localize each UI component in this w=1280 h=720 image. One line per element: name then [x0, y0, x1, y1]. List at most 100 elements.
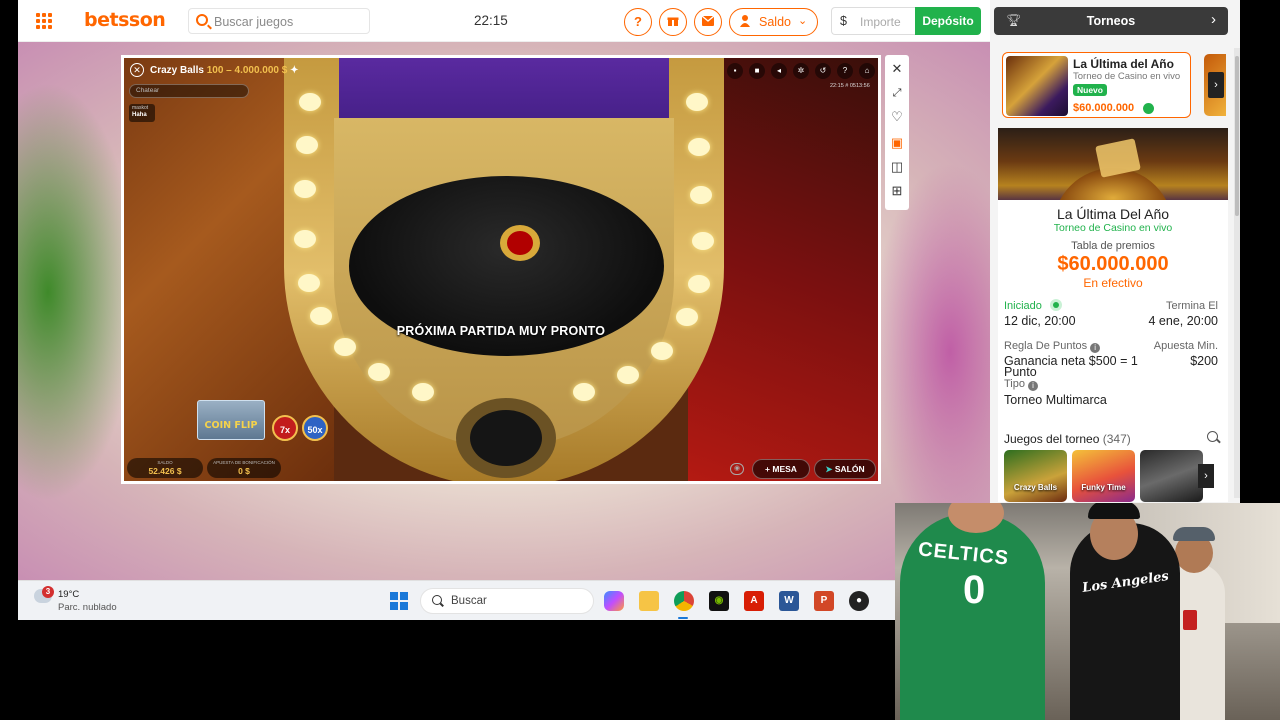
jersey-text: CELTICS: [917, 538, 1011, 570]
light-bulb: [686, 93, 708, 111]
favorite-heart-icon[interactable]: ♡: [889, 109, 905, 125]
prize-amount: $60.000.000: [1057, 253, 1169, 275]
file-explorer-icon[interactable]: [639, 591, 659, 611]
gift-icon: [667, 15, 679, 30]
currency-symbol: $: [840, 14, 847, 28]
tournaments-header-button[interactable]: 🏆︎ Torneos ›: [994, 7, 1228, 35]
game-side-toolbar: ✕ ⤢ ♡ ▣ ◫ ⊞: [885, 55, 909, 210]
messages-button[interactable]: [694, 8, 722, 36]
light-bulb: [310, 307, 332, 325]
type-value: Torneo Multimarca: [1004, 393, 1107, 407]
game-name: Crazy Balls: [150, 65, 204, 76]
jersey-number: 0: [963, 568, 986, 612]
salon-button[interactable]: ➤ SALÓN: [814, 459, 876, 479]
chat-input[interactable]: Chatear: [129, 84, 249, 98]
next-game-banner: PRÓXIMA PARTIDA MUY PRONTO: [396, 324, 606, 338]
single-view-icon[interactable]: ▣: [889, 135, 905, 151]
history-icon[interactable]: ↺: [815, 63, 831, 79]
apps-grid-icon[interactable]: [36, 13, 52, 29]
bonus-bet: APUESTA DE BONIFICACIÓN 0 $: [207, 458, 281, 478]
gift-button[interactable]: [659, 8, 687, 36]
ball-drop-hole: [456, 398, 556, 478]
shirt-text: Los Angeles: [1081, 569, 1170, 596]
tournament-card[interactable]: La Última del Año Torneo de Casino en vi…: [1002, 52, 1191, 118]
search-icon: [196, 14, 208, 26]
tournament-name: La Última Del Año: [1056, 206, 1170, 222]
points-rule-value-cont: Punto: [1004, 365, 1037, 379]
game-thumbnail[interactable]: Crazy Balls: [1004, 450, 1067, 502]
copilot-icon[interactable]: [604, 591, 624, 611]
tournament-thumbnail: [1006, 56, 1068, 116]
help-circle-icon[interactable]: ?: [837, 63, 853, 79]
panel-scrollbar[interactable]: [1234, 48, 1240, 498]
lobby-icon[interactable]: ⌂: [859, 63, 875, 79]
settings-gear-icon[interactable]: ✲: [793, 63, 809, 79]
game-thumbnail[interactable]: [1140, 450, 1203, 502]
min-bet-label: Apuesta Min.: [1153, 340, 1218, 352]
light-bulb: [692, 232, 714, 250]
light-bulb: [294, 180, 316, 198]
game-thumbnail-label: Funky Time: [1081, 483, 1126, 492]
word-icon[interactable]: W: [779, 591, 799, 611]
balance-dropdown[interactable]: Saldo ⌄: [729, 8, 818, 36]
powerpoint-icon[interactable]: P: [814, 591, 834, 611]
game-thumbnail[interactable]: Funky Time: [1072, 450, 1135, 502]
info-icon[interactable]: i: [1090, 343, 1101, 353]
close-game-icon[interactable]: ✕: [130, 63, 144, 77]
light-bulb: [334, 338, 356, 356]
chevron-down-icon: ⌄: [798, 15, 808, 27]
new-badge: Nuevo: [1073, 84, 1107, 96]
windows-start-icon[interactable]: [390, 592, 408, 610]
view-toggle-icon[interactable]: ◉: [730, 463, 744, 475]
deposit-amount-input[interactable]: $ Importe: [831, 7, 915, 35]
tournament-stats: Iniciado Termina El 12 dic, 20:00 4 ene,…: [998, 292, 1228, 502]
game-timestamp: 22:15 # 0513:56: [830, 83, 870, 89]
mesa-button[interactable]: + MESA: [752, 459, 810, 479]
live-status-icon: [1050, 299, 1062, 311]
light-bulb: [573, 383, 595, 401]
tournament-detail: La Última Del Año Torneo de Casino en vi…: [998, 200, 1228, 298]
search-placeholder: Buscar juegos: [214, 15, 294, 29]
game-limits: 100 – 4.000.000 $: [206, 65, 288, 76]
temperature: 19°C: [58, 589, 80, 600]
games-search-icon[interactable]: [1207, 431, 1218, 442]
games-next-icon[interactable]: ›: [1198, 464, 1214, 488]
split-view-icon[interactable]: ◫: [889, 159, 905, 175]
quad-view-icon[interactable]: ⊞: [889, 183, 905, 199]
light-bulb: [688, 138, 710, 156]
balance-label: Saldo: [759, 15, 791, 29]
tournament-card-title: La Última del Año: [1073, 57, 1174, 71]
deposit-button[interactable]: Depósito: [915, 7, 981, 35]
chrome-icon[interactable]: [674, 591, 694, 611]
close-icon[interactable]: ✕: [889, 61, 905, 77]
multiplier-50x: 50x: [302, 415, 328, 441]
live-game-window[interactable]: ✕ Crazy Balls 100 – 4.000.000 $ ✦ Chatea…: [121, 55, 881, 484]
windows-taskbar: 3 19°C Parc. nublado Buscar ◉ A W P ●: [18, 580, 895, 620]
taskbar-search[interactable]: Buscar: [420, 588, 594, 614]
light-bulb: [298, 274, 320, 292]
game-title: Crazy Balls 100 – 4.000.000 $ ✦: [150, 65, 299, 79]
started-label: Iniciado: [1004, 300, 1042, 312]
help-button[interactable]: ?: [624, 8, 652, 36]
info-icon[interactable]: i: [1028, 381, 1038, 391]
light-bulb: [412, 383, 434, 401]
game-search-input[interactable]: Buscar juegos: [188, 8, 370, 34]
chat-toggle-icon[interactable]: ▪: [727, 63, 743, 79]
betsson-logo[interactable]: betsson: [84, 9, 166, 31]
prize-type: En efectivo: [1083, 276, 1143, 290]
nvidia-icon[interactable]: ◉: [709, 591, 729, 611]
search-icon: [432, 595, 442, 605]
pin-icon[interactable]: ✦: [290, 65, 298, 76]
video-icon[interactable]: ■: [749, 63, 765, 79]
obs-icon[interactable]: ●: [849, 591, 869, 611]
tournament-card-subtitle: Torneo de Casino en vivo: [1073, 71, 1181, 82]
points-rule-label: Regla De Puntos i: [1004, 340, 1101, 353]
carousel-next-icon[interactable]: ›: [1208, 72, 1224, 98]
sound-icon[interactable]: ◂: [771, 63, 787, 79]
light-bulb: [296, 136, 318, 154]
light-bulb: [368, 363, 390, 381]
acrobat-icon[interactable]: A: [744, 591, 764, 611]
help-icon: ?: [634, 14, 642, 29]
fullscreen-icon[interactable]: ⤢: [889, 85, 905, 101]
amount-placeholder: Importe: [860, 15, 901, 29]
